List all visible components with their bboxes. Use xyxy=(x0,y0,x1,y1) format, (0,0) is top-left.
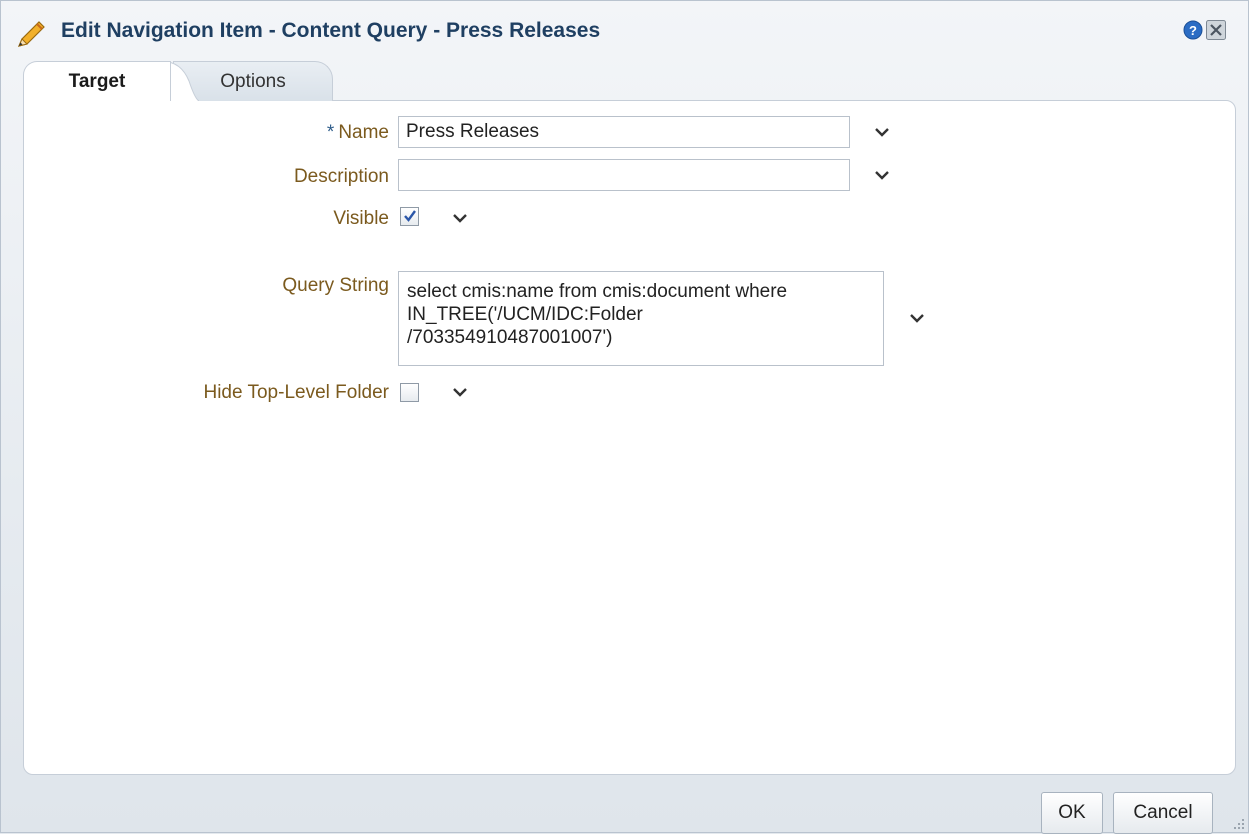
close-icon[interactable] xyxy=(1206,20,1226,40)
pencil-icon xyxy=(17,21,45,47)
hide-top-level-folder-label: Hide Top-Level Folder xyxy=(203,382,389,403)
resize-grip-icon[interactable] xyxy=(1227,812,1247,832)
target-tab-panel xyxy=(23,100,1236,775)
checkmark-icon xyxy=(404,210,416,222)
hide-top-level-folder-checkbox[interactable] xyxy=(400,383,419,402)
name-label: * Name xyxy=(326,122,389,143)
visible-checkbox[interactable] xyxy=(400,207,419,226)
visible-label: Visible xyxy=(333,208,389,229)
chevron-down-icon[interactable] xyxy=(452,386,468,398)
chevron-down-icon[interactable] xyxy=(909,312,925,324)
chevron-down-icon[interactable] xyxy=(874,169,890,181)
description-input[interactable] xyxy=(398,159,850,191)
description-label: Description xyxy=(293,166,389,187)
chevron-down-icon[interactable] xyxy=(874,126,890,138)
tab-bar: Target Options xyxy=(23,61,343,101)
ok-button[interactable]: OK xyxy=(1041,792,1103,834)
cancel-button[interactable]: Cancel xyxy=(1113,792,1213,834)
dialog-title-bar: Edit Navigation Item - Content Query - P… xyxy=(1,1,1248,61)
name-input[interactable] xyxy=(398,116,850,148)
query-string-label: Query String xyxy=(282,275,389,296)
svg-text:?: ? xyxy=(1189,23,1197,38)
required-marker: * xyxy=(326,122,335,143)
chevron-down-icon[interactable] xyxy=(452,212,468,224)
edit-navigation-item-dialog: Edit Navigation Item - Content Query - P… xyxy=(0,0,1249,834)
dialog-title: Edit Navigation Item - Content Query - P… xyxy=(61,19,601,42)
help-icon[interactable]: ? xyxy=(1183,20,1203,40)
tab-target[interactable]: Target xyxy=(23,61,171,101)
query-string-textarea[interactable]: select cmis:name from cmis:document wher… xyxy=(398,271,884,366)
